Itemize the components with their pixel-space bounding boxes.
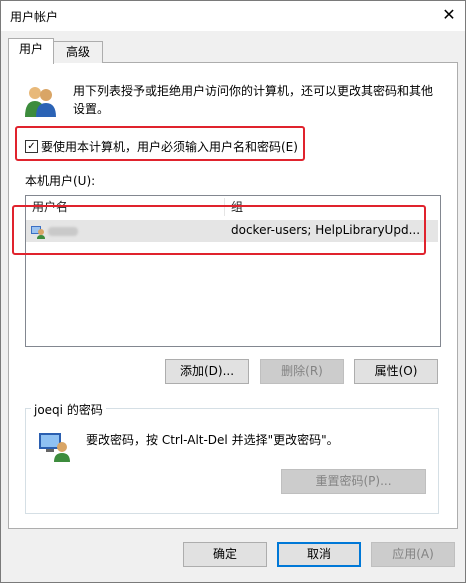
tab-advanced[interactable]: 高级 (53, 41, 103, 63)
computer-user-icon (39, 433, 70, 462)
tab-users[interactable]: 用户 (8, 38, 54, 64)
reset-password-button[interactable]: 重置密码(P)... (281, 469, 426, 494)
password-group (25, 408, 439, 514)
highlight-box (12, 205, 426, 255)
add-button[interactable]: 添加(D)... (165, 359, 249, 384)
close-button[interactable]: ✕ (438, 4, 460, 26)
users-icon (25, 87, 56, 117)
password-instructions: 要改密码，按 Ctrl-Alt-Del 并选择"更改密码"。 (86, 433, 339, 447)
password-group-title: joeqi 的密码 (31, 401, 106, 418)
highlight-box (15, 126, 305, 161)
title-bar (1, 1, 465, 31)
local-users-label: 本机用户(U): (25, 174, 96, 188)
cancel-button[interactable]: 取消 (277, 542, 361, 567)
apply-button[interactable]: 应用(A) (371, 542, 455, 567)
properties-button[interactable]: 属性(O) (354, 359, 438, 384)
ok-button[interactable]: 确定 (183, 542, 267, 567)
info-text: 用下列表授予或拒绝用户访问你的计算机，还可以更改其密码和其他设置。 (73, 84, 434, 116)
window-title: 用户帐户 (10, 10, 59, 24)
remove-button[interactable]: 删除(R) (260, 359, 344, 384)
